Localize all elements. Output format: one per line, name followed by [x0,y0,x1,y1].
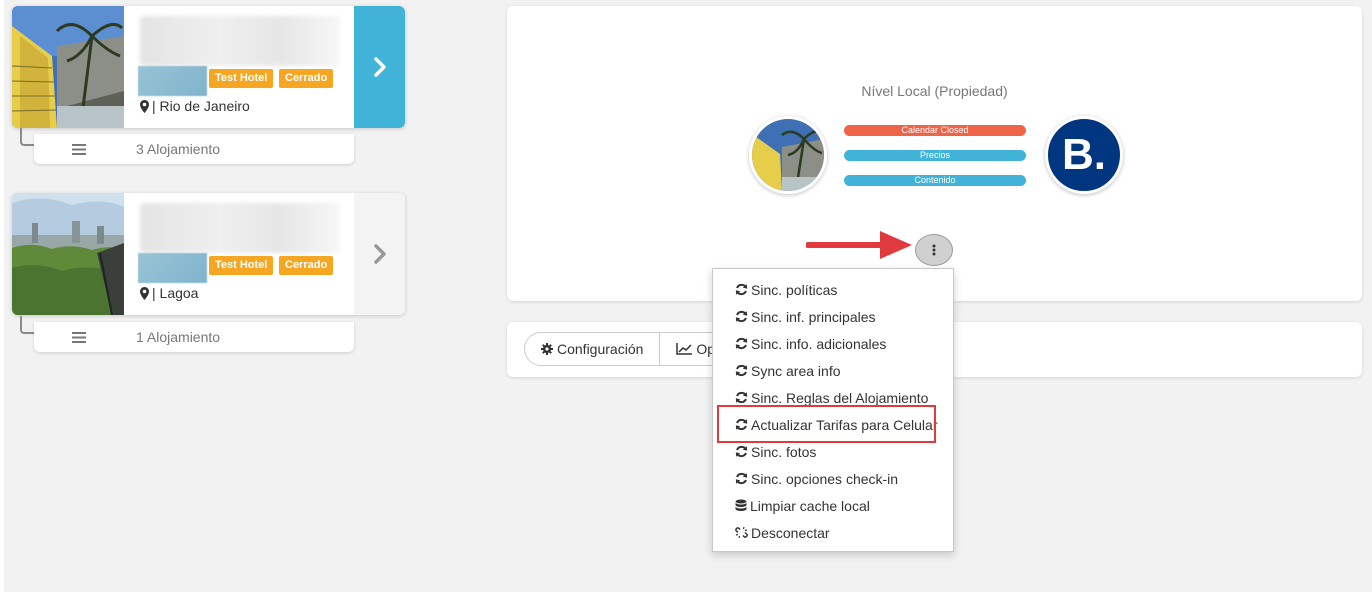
menu-item-label: Limpiar cache local [750,497,870,514]
test-hotel-badge: Test Hotel [209,69,274,88]
location-label: | Rio de Janeiro [152,98,250,114]
property-photo [12,193,124,315]
menu-item-label: Sinc. políticas [751,281,838,298]
sync-icon [735,445,748,458]
open-property-button[interactable] [354,193,405,315]
page-edge [0,0,4,592]
open-property-button[interactable] [354,6,405,128]
property-name-redacted [140,16,340,66]
menu-item-sinc-opciones-check-in[interactable]: Sinc. opciones check-in [713,465,953,492]
sync-icon [735,391,748,404]
more-options-button[interactable] [915,234,953,266]
booking-logo: B. [1045,116,1123,194]
status-pill: Contenido [844,175,1026,186]
status-badge: Cerrado [279,69,334,88]
gear-icon [541,343,553,355]
menu-item-sinc-reglas-del-alojamiento[interactable]: Sinc. Reglas del Alojamiento [713,384,953,411]
property-card[interactable]: Test Hotel Cerrado | Lagoa [12,193,405,315]
menu-item-label: Desconectar [751,524,830,541]
sync-icon [735,283,748,296]
redacted-block [138,253,207,283]
menu-item-sinc-info-adicionales[interactable]: Sinc. info. adicionales [713,330,953,357]
menu-item-sinc-fotos[interactable]: Sinc. fotos [713,438,953,465]
database-icon [735,499,747,512]
status-pill-label: Calendar Closed [901,125,969,135]
menu-item-actualizar-tarifas-para-celular[interactable]: Actualizar Tarifas para Celular [713,411,953,438]
property-photo [12,6,124,128]
menu-item-label: Sinc. opciones check-in [751,470,899,487]
status-pill-label: Precios [919,150,950,160]
sync-icon [735,310,748,323]
chevron-right-icon [373,57,386,77]
configuration-label: Configuración [557,341,644,357]
units-row[interactable]: 3 Alojamiento [34,134,354,164]
sync-icon [735,337,748,350]
line-chart-icon [676,343,693,355]
channel-panel: Nível Local (Propiedad) Calendar Closed … [507,6,1362,301]
status-pill: Calendar Closed [844,125,1026,136]
menu-item-sinc-políticas[interactable]: Sinc. políticas [713,276,953,303]
menu-item-sync-area-info[interactable]: Sync area info [713,357,953,384]
property-location: | Lagoa [140,285,198,301]
menu-item-label: Sinc. info. adicionales [751,335,887,352]
list-icon [34,331,124,343]
property-card[interactable]: Test Hotel Cerrado | Rio de Janeiro [12,6,405,128]
status-badge: Cerrado [279,256,334,275]
menu-item-label: Actualizar Tarifas para Celular [751,416,938,433]
units-count: 1 Alojamiento [136,329,221,345]
menu-item-label: Sinc. fotos [751,443,817,460]
sync-icon [735,418,748,431]
sync-options-menu: Sinc. políticas Sinc. inf. principales Sin… [712,268,954,552]
unlink-icon [735,526,748,539]
map-marker-icon [140,286,149,300]
menu-item-desconectar[interactable]: Desconectar [713,519,953,546]
location-label: | Lagoa [152,285,199,301]
map-marker-icon [140,99,149,113]
units-row[interactable]: 1 Alojamiento [34,322,354,352]
arrow-annotation-icon [806,231,912,259]
list-icon [34,143,124,155]
more-vertical-icon [932,244,936,256]
menu-item-label: Sinc. Reglas del Alojamiento [751,389,929,406]
property-name-redacted [140,203,340,253]
chevron-right-icon [373,244,386,264]
sync-icon [735,472,748,485]
status-pill-label: Contenido [914,175,956,185]
sync-icon [735,364,748,377]
property-location: | Rio de Janeiro [140,98,250,114]
redacted-block [138,66,207,96]
menu-item-label: Sync area info [751,362,841,379]
test-hotel-badge: Test Hotel [209,256,274,275]
menu-item-label: Sinc. inf. principales [751,308,876,325]
menu-item-limpiar-cache-local[interactable]: Limpiar cache local [713,492,953,519]
hotel-avatar [749,116,827,194]
configuration-button[interactable]: Configuración [525,333,659,365]
units-count: 3 Alojamiento [136,141,221,157]
status-pill: Precios [844,150,1026,161]
menu-item-sinc-inf-principales[interactable]: Sinc. inf. principales [713,303,953,330]
panel-title: Nível Local (Propiedad) [861,83,1008,99]
